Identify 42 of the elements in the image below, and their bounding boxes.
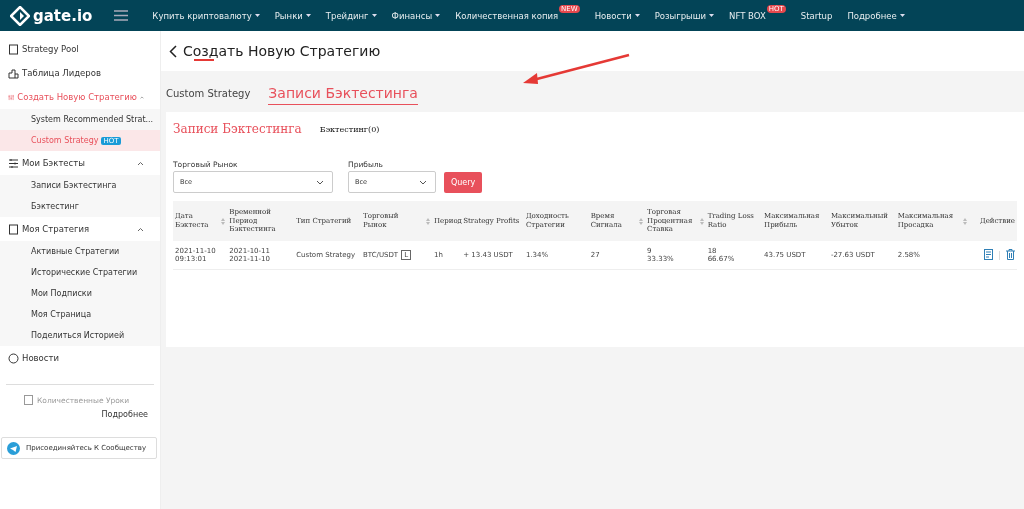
sidebar-subitem[interactable]: Мои Подписки — [0, 283, 160, 304]
nav-link[interactable]: Количественная копия — [455, 10, 559, 21]
nav-link[interactable]: Startup — [800, 10, 833, 21]
sidebar-subitem[interactable]: Моя Страница — [0, 304, 160, 325]
sidebar-subitem[interactable]: Поделиться Историей — [0, 325, 160, 346]
menu-item-icon — [8, 223, 19, 235]
more-link[interactable]: Подробнее — [101, 410, 148, 419]
brand-name[interactable]: gate.io — [33, 6, 93, 25]
nav-link[interactable]: NFT BOX — [729, 10, 766, 21]
telegram-icon — [7, 441, 20, 455]
nav-link[interactable]: Рынки — [274, 10, 303, 21]
menu-icon[interactable] — [114, 10, 129, 21]
menu-item-icon — [8, 43, 19, 55]
nav-link[interactable]: Подробнее — [847, 10, 897, 21]
caret-icon — [316, 179, 324, 185]
menu-item-icon — [8, 67, 19, 79]
query-button[interactable]: Query — [444, 172, 483, 193]
sidebar-subitem[interactable]: Записи Бэктестинга — [0, 175, 160, 196]
delete-icon[interactable] — [1006, 248, 1015, 260]
sidebar-subitem[interactable]: Исторические Стратегии — [0, 262, 160, 283]
chevron-icon[interactable] — [137, 160, 144, 166]
back-icon[interactable] — [169, 44, 177, 58]
nav-link[interactable]: Финансы — [391, 10, 433, 21]
logo-icon — [10, 5, 30, 26]
annotation-underline — [194, 59, 214, 61]
nav-link[interactable]: Новости — [594, 10, 632, 21]
sidebar-subitem[interactable]: Бэктестинг — [0, 196, 160, 217]
book-icon — [24, 395, 33, 405]
backtest-count: Бэктестинг(0) — [319, 124, 380, 134]
nav-link[interactable]: Розыгрыши — [654, 10, 707, 21]
menu-item-icon — [8, 157, 19, 169]
nav-link[interactable]: Трейдинг — [325, 10, 369, 21]
nav-link[interactable]: Купить криптовалюту — [152, 10, 252, 21]
report-icon[interactable] — [984, 248, 993, 260]
sidebar-subitem[interactable]: System Recommended Strat... — [0, 109, 160, 130]
caret-icon — [419, 179, 427, 185]
sidebar-subitem[interactable]: Активные Стратегии — [0, 241, 160, 262]
menu-item-icon — [8, 352, 19, 364]
page-title: Создать Новую Стратегию — [183, 43, 381, 59]
chevron-icon[interactable] — [137, 226, 144, 232]
tab[interactable]: Custom Strategy — [166, 88, 251, 107]
panel-title: Записи Бэктестинга — [173, 122, 302, 136]
